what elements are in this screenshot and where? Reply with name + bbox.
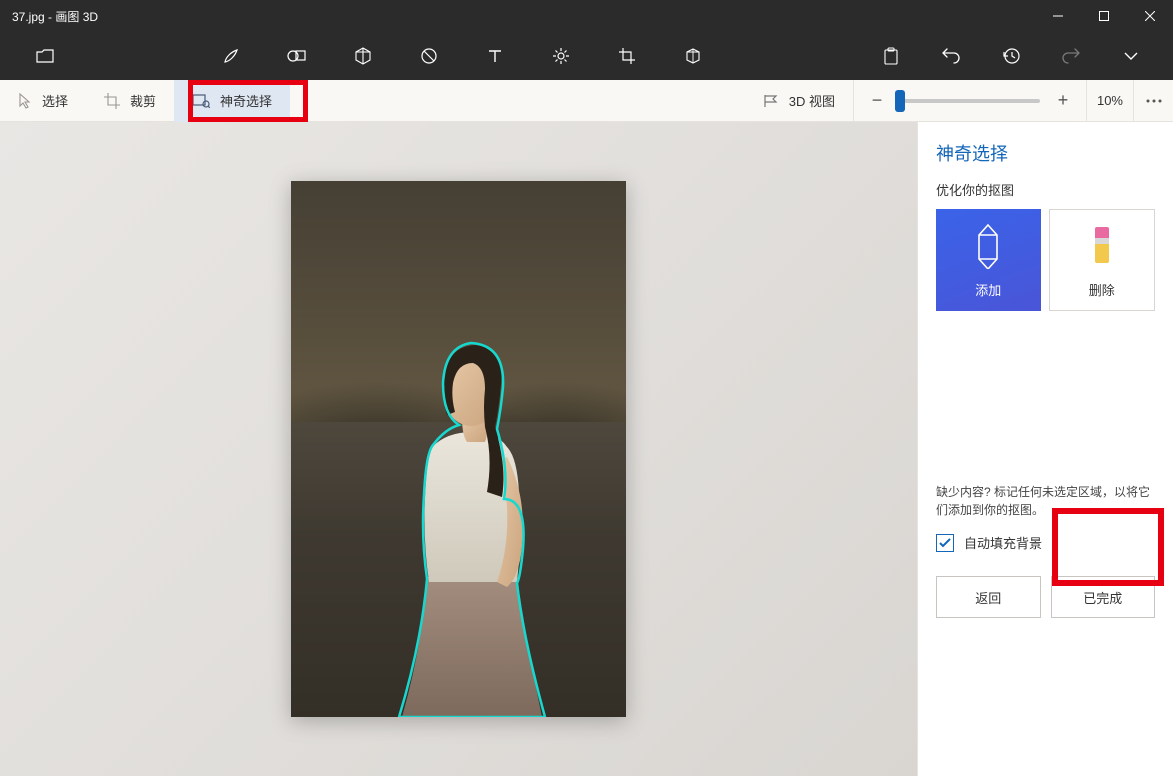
cursor-icon — [18, 93, 32, 109]
redo-button[interactable] — [1043, 32, 1099, 80]
main-toolbar — [0, 32, 1173, 80]
done-label: 已完成 — [1083, 588, 1122, 607]
back-label: 返回 — [975, 588, 1001, 607]
panel-title: 神奇选择 — [936, 140, 1155, 166]
panel-subtitle: 优化你的抠图 — [936, 180, 1155, 199]
eraser-icon — [1086, 222, 1118, 270]
zoom-slider-thumb[interactable] — [895, 90, 905, 112]
expand-button[interactable] — [1103, 32, 1159, 80]
brush-tool-button[interactable] — [198, 32, 264, 80]
panel-hint: 缺少内容? 标记任何未选定区域，以将它们添加到你的抠图。 — [936, 483, 1155, 519]
flag-icon — [763, 94, 779, 108]
pencil-add-icon — [972, 222, 1004, 270]
canvas-area[interactable] — [0, 122, 917, 776]
main-area: 神奇选择 优化你的抠图 添加 删除 缺少内容? 标记任何未选定区域，以将它们添加… — [0, 122, 1173, 776]
zoom-in-button[interactable]: + — [1054, 90, 1072, 111]
crop-label: 裁剪 — [130, 91, 156, 110]
library-button[interactable] — [660, 32, 726, 80]
close-button[interactable] — [1127, 0, 1173, 32]
crop-icon — [104, 93, 120, 109]
paste-button[interactable] — [863, 32, 919, 80]
view-3d-label: 3D 视图 — [789, 91, 835, 110]
file-menu-button[interactable] — [12, 32, 78, 80]
magic-select-panel: 神奇选择 优化你的抠图 添加 删除 缺少内容? 标记任何未选定区域，以将它们添加… — [917, 122, 1173, 776]
zoom-controls: − + — [853, 80, 1086, 122]
shapes-2d-button[interactable] — [264, 32, 330, 80]
history-button[interactable] — [983, 32, 1039, 80]
done-button[interactable]: 已完成 — [1051, 576, 1156, 618]
remove-tool-card[interactable]: 删除 — [1049, 209, 1156, 311]
canvas-crop-button[interactable] — [594, 32, 660, 80]
shapes-3d-button[interactable] — [330, 32, 396, 80]
undo-button[interactable] — [923, 32, 979, 80]
stickers-button[interactable] — [396, 32, 462, 80]
checkbox-icon — [936, 534, 954, 552]
zoom-percent[interactable]: 10% — [1086, 80, 1133, 122]
window-title: 37.jpg - 画图 3D — [0, 8, 98, 25]
magic-select-label: 神奇选择 — [220, 91, 272, 110]
back-button[interactable]: 返回 — [936, 576, 1041, 618]
effects-button[interactable] — [528, 32, 594, 80]
remove-label: 删除 — [1089, 280, 1115, 299]
add-label: 添加 — [975, 280, 1001, 299]
select-tool-button[interactable]: 选择 — [0, 80, 86, 122]
autofill-checkbox[interactable]: 自动填充背景 — [936, 533, 1155, 552]
minimize-button[interactable] — [1035, 0, 1081, 32]
panel-actions: 返回 已完成 — [936, 576, 1155, 618]
zoom-out-button[interactable]: − — [868, 90, 886, 111]
secondary-toolbar: 选择 裁剪 神奇选择 3D 视图 − + 10% — [0, 80, 1173, 122]
autofill-label: 自动填充背景 — [964, 533, 1042, 552]
refine-tools: 添加 删除 — [936, 209, 1155, 311]
window-controls — [1035, 0, 1173, 32]
zoom-slider[interactable] — [900, 99, 1040, 103]
more-options-button[interactable] — [1133, 80, 1173, 122]
magic-select-icon — [192, 94, 210, 108]
magic-select-button[interactable]: 神奇选择 — [174, 80, 290, 122]
maximize-button[interactable] — [1081, 0, 1127, 32]
canvas-image[interactable] — [291, 181, 626, 717]
add-tool-card[interactable]: 添加 — [936, 209, 1041, 311]
text-tool-button[interactable] — [462, 32, 528, 80]
view-3d-button[interactable]: 3D 视图 — [745, 80, 853, 122]
magic-selection-outline[interactable] — [367, 297, 567, 717]
titlebar: 37.jpg - 画图 3D — [0, 0, 1173, 32]
crop-tool-button[interactable]: 裁剪 — [86, 80, 174, 122]
select-label: 选择 — [42, 91, 68, 110]
